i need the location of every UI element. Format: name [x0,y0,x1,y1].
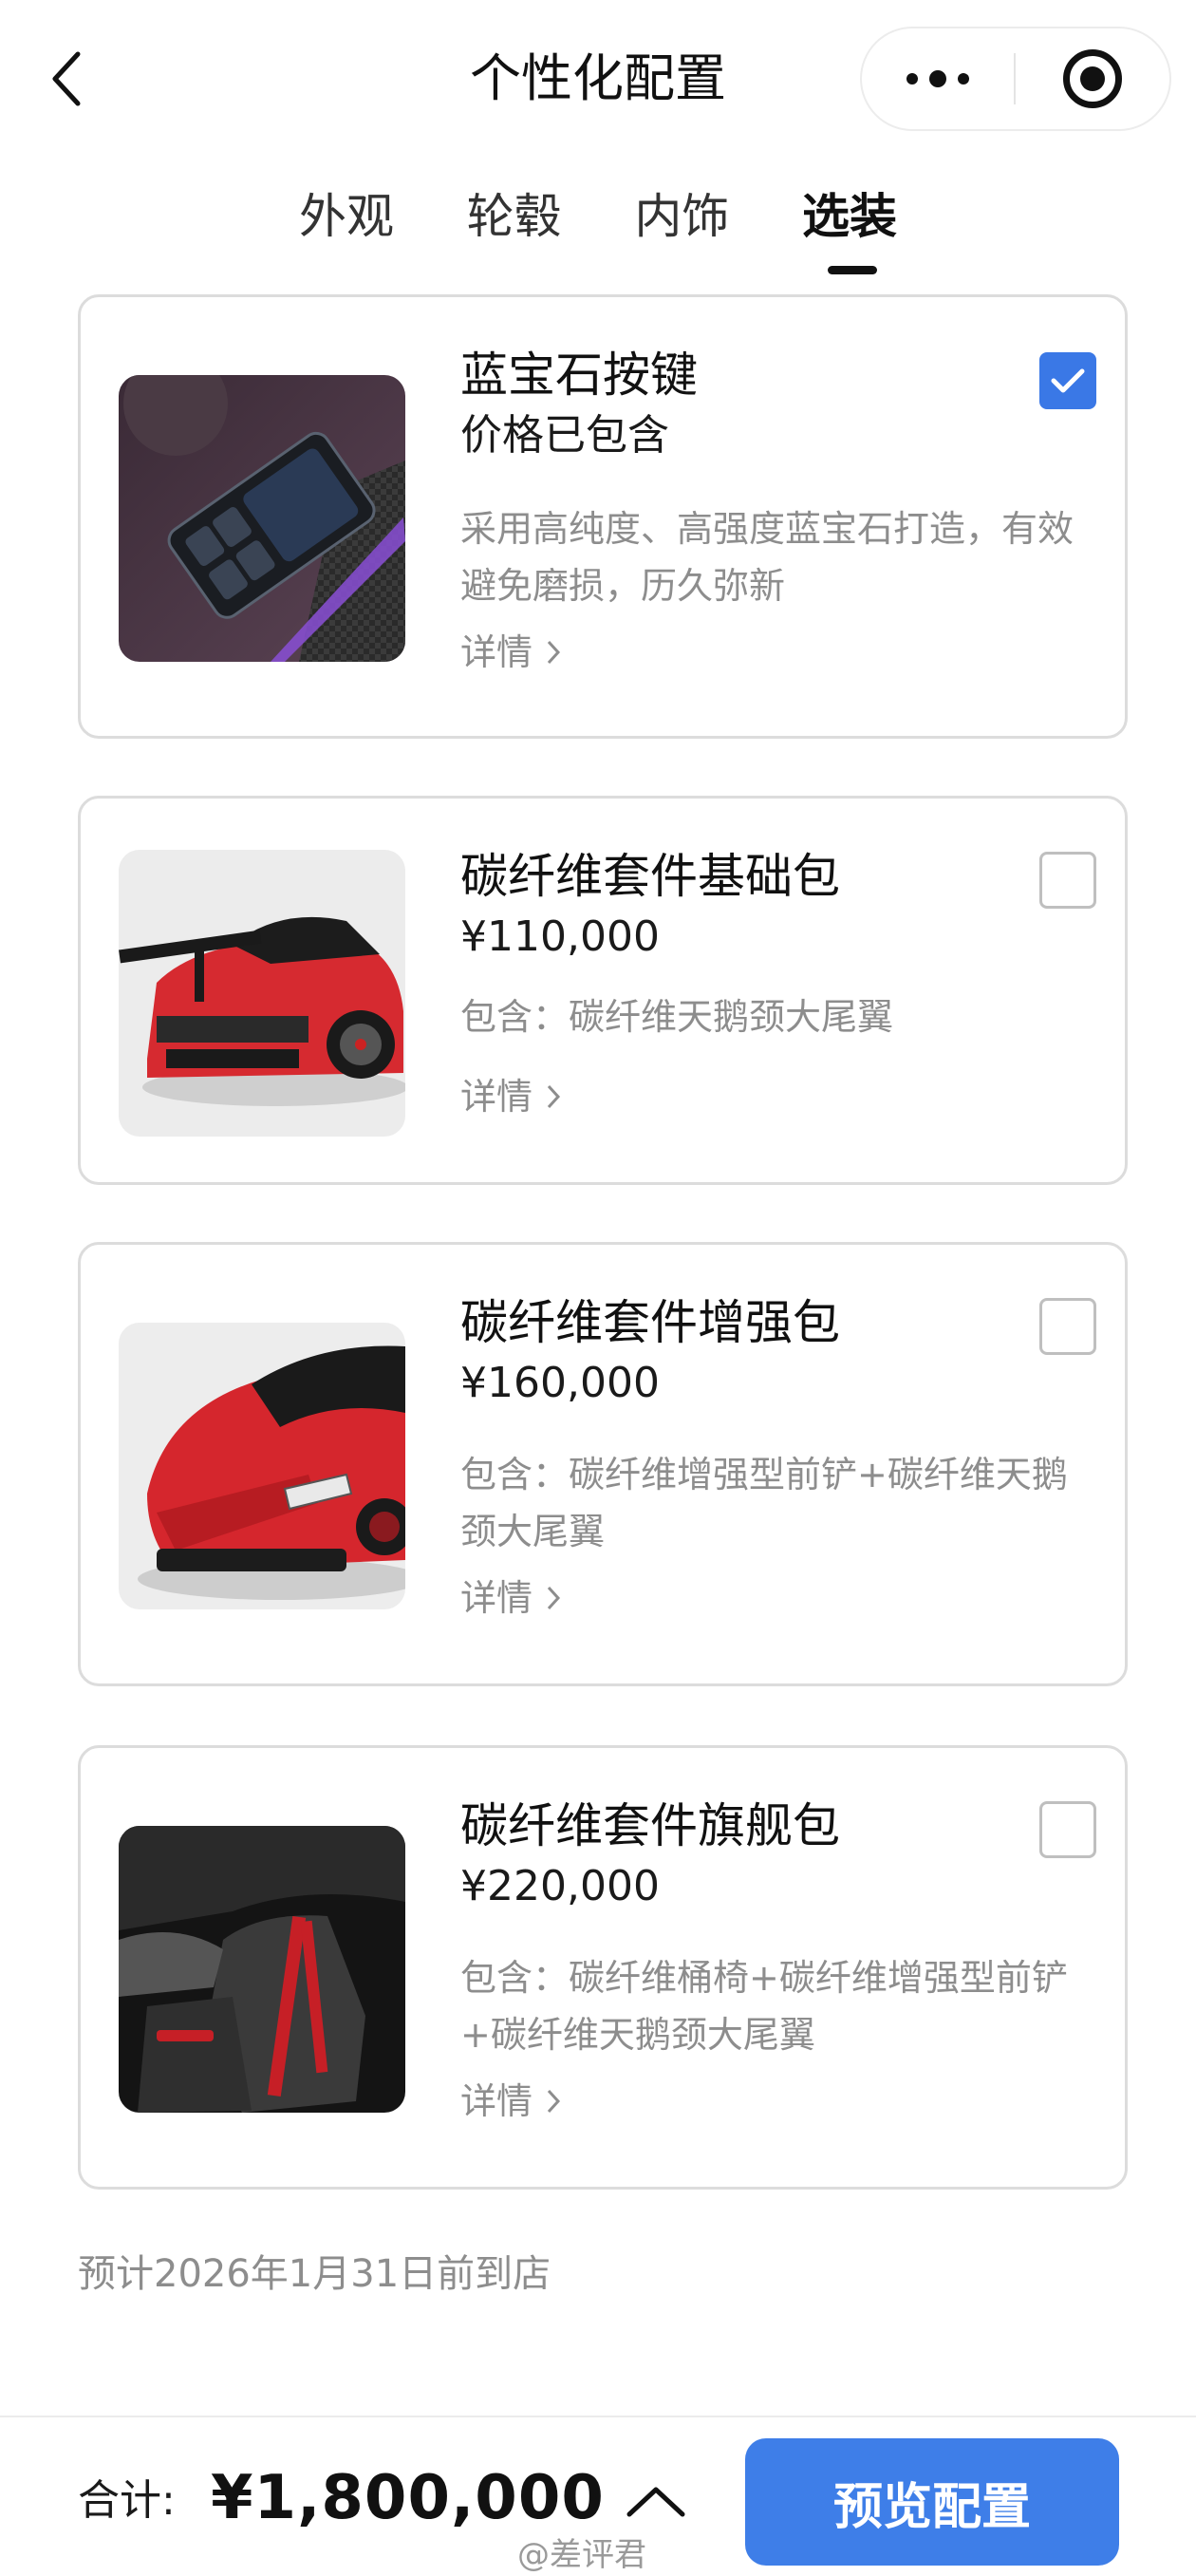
target-icon [1063,49,1122,108]
option-name: 碳纤维套件基础包 [460,849,840,904]
tab-interior[interactable]: 内饰 [620,179,743,283]
chevron-right-icon [547,1586,561,1610]
option-price: ¥110,000 [460,912,660,961]
option-name: 碳纤维套件旗舰包 [460,1798,840,1853]
option-price: 价格已包含 [460,411,669,460]
red-car-front-image [119,1323,405,1609]
detail-label: 详情 [460,1076,533,1118]
more-dots-icon-right [958,73,969,85]
page: 个性化配置 外观 轮毂 内饰 选装 蓝宝石按键 价格已包含 采用高纯度、高强度蓝… [0,0,1196,2576]
tab-wheels[interactable]: 轮毂 [453,179,576,283]
preview-config-button[interactable]: 预览配置 [745,2438,1119,2566]
option-name: 蓝宝石按键 [460,348,698,403]
total-label: 合计: [78,2476,176,2525]
bottom-bar: 合计: ¥1,800,000 预览配置 @差评君 [0,2416,1196,2576]
watermark: @差评君 [517,2536,646,2574]
detail-label: 详情 [460,1577,533,1619]
chevron-right-icon [547,1084,561,1109]
chevron-up-icon [626,2487,685,2517]
mini-program-capsule [860,27,1171,131]
option-card-carbon-enhanced[interactable]: 碳纤维套件增强包 ¥160,000 包含：碳纤维增强型前铲+碳纤维天鹅颈大尾翼 … [78,1242,1128,1686]
red-car-rear-image [119,850,405,1137]
option-detail-link[interactable]: 详情 [460,2075,561,2128]
config-tabs: 外观 轮毂 内饰 选装 [285,179,911,283]
option-price: ¥160,000 [460,1359,660,1407]
option-description: 包含：碳纤维桶椅+碳纤维增强型前铲+碳纤维天鹅颈大尾翼 [460,1957,1068,2056]
tab-options[interactable]: 选装 [788,179,911,283]
option-card-carbon-flagship[interactable]: 碳纤维套件旗舰包 ¥220,000 包含：碳纤维桶椅+碳纤维增强型前铲+碳纤维天… [78,1745,1128,2190]
option-card-sapphire-keys[interactable]: 蓝宝石按键 价格已包含 采用高纯度、高强度蓝宝石打造，有效避免磨损，历久弥新 详… [78,294,1128,739]
option-checkbox[interactable] [1039,852,1096,909]
nav-header: 个性化配置 [0,0,1196,161]
detail-label: 详情 [460,2080,533,2122]
carbon-bucket-seat-image [119,1826,405,2113]
option-detail-link[interactable]: 详情 [460,1571,561,1625]
total-price: ¥1,800,000 [211,2463,605,2533]
detail-label: 详情 [460,631,533,673]
option-checkbox[interactable] [1039,1298,1096,1355]
tab-options-label: 选装 [801,189,897,244]
more-dots-icon-center [929,70,946,87]
chevron-right-icon [547,2089,561,2114]
more-dots-icon [906,73,918,85]
tab-exterior[interactable]: 外观 [285,179,408,283]
option-detail-link[interactable]: 详情 [460,626,561,679]
chevron-right-icon [547,640,561,665]
active-tab-indicator [827,266,877,274]
arrival-estimate: 预计2026年1月31日前到店 [78,2252,551,2296]
option-description: 采用高纯度、高强度蓝宝石打造，有效避免磨损，历久弥新 [460,508,1075,607]
more-button[interactable] [862,28,1014,129]
option-name: 碳纤维套件增强包 [460,1295,840,1350]
option-description: 包含：碳纤维增强型前铲+碳纤维天鹅颈大尾翼 [460,1454,1068,1552]
close-miniprogram-button[interactable] [1016,28,1169,129]
option-detail-link[interactable]: 详情 [460,1070,561,1123]
expand-price-button[interactable] [622,2473,690,2529]
option-checkbox[interactable] [1039,1801,1096,1858]
option-price: ¥220,000 [460,1862,660,1910]
checkmark-icon [1051,368,1085,393]
option-card-carbon-basic[interactable]: 碳纤维套件基础包 ¥110,000 包含：碳纤维天鹅颈大尾翼 详情 [78,796,1128,1185]
option-checkbox[interactable] [1039,352,1096,409]
sapphire-key-panel-image [119,375,405,662]
option-description: 包含：碳纤维天鹅颈大尾翼 [460,996,894,1038]
